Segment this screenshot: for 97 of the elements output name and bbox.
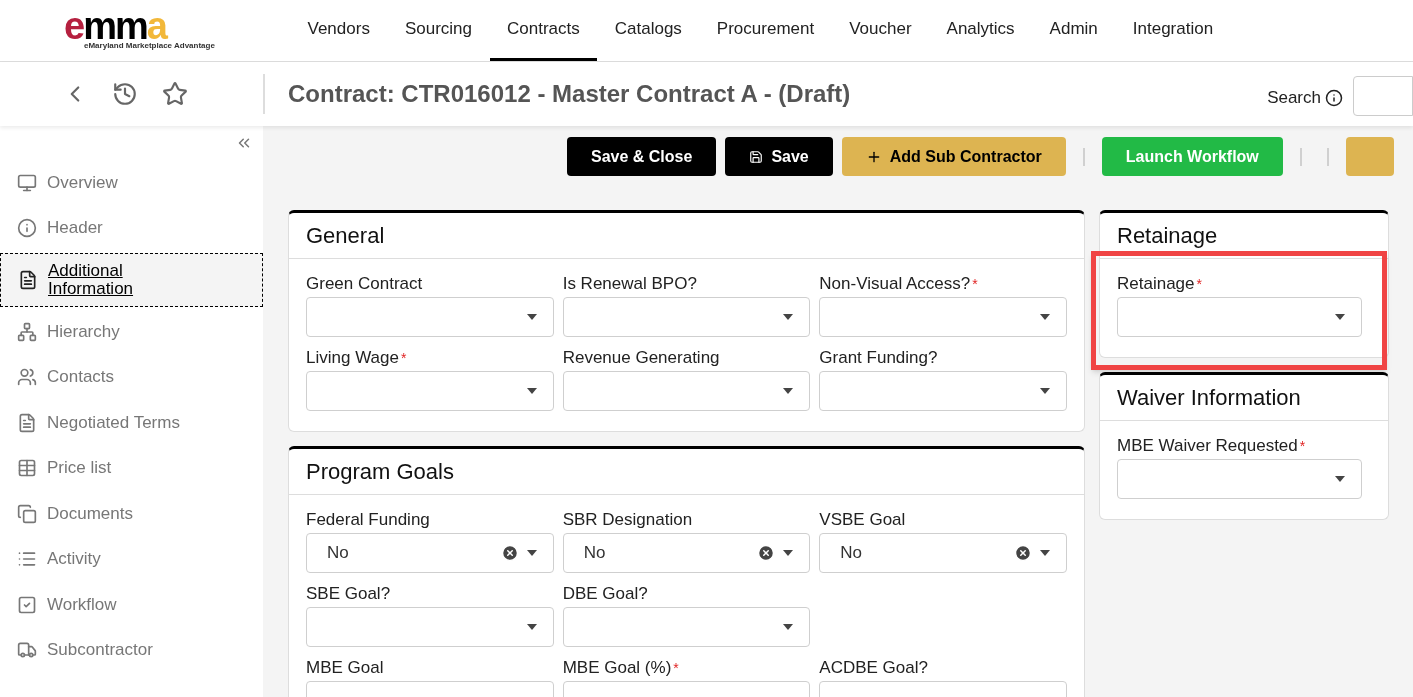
required-mark: * [972, 275, 978, 294]
nav-tab[interactable]: Vendors [290, 0, 388, 61]
save-icon [749, 149, 764, 164]
toolbar-button[interactable]: Save & Close [567, 137, 717, 176]
star-icon[interactable] [162, 81, 188, 107]
field-label: ACDBE Goal? [819, 657, 928, 679]
sidebar-item[interactable]: Activity [0, 536, 263, 582]
caret-icon [1040, 314, 1050, 320]
caret-icon [1335, 314, 1345, 320]
panel-title: Program Goals [306, 458, 454, 486]
caret-icon [783, 388, 794, 394]
dropdown-field[interactable] [819, 297, 1067, 337]
panel-title: General [306, 222, 385, 250]
clear-icon[interactable] [1014, 544, 1032, 562]
sidebar-item[interactable]: Overview [0, 160, 263, 206]
field-label: MBE Waiver Requested [1117, 435, 1298, 457]
history-icon[interactable] [112, 81, 138, 107]
field-label: Green Contract [306, 273, 423, 295]
field-label: MBE Goal [306, 657, 384, 679]
caret-icon [783, 624, 794, 630]
caret-icon [1040, 550, 1050, 556]
field-label: MBE Goal (%) [562, 657, 672, 679]
field-value: No [583, 543, 606, 563]
dropdown-field[interactable] [1117, 297, 1362, 337]
nav-tab[interactable]: Integration [1115, 0, 1231, 61]
dropdown-field[interactable] [306, 297, 554, 337]
field-label: Grant Funding? [819, 347, 938, 369]
dropdown-field[interactable]: No [306, 533, 554, 573]
nav-tab[interactable]: Voucher [831, 0, 930, 61]
caret-icon [526, 388, 537, 394]
dropdown-field[interactable]: No [562, 533, 811, 573]
sidebar-item[interactable]: Additional Information [0, 253, 263, 307]
caret-icon [1335, 476, 1345, 482]
info-icon [1325, 89, 1343, 107]
panel-title: Waiver Information [1117, 384, 1301, 412]
nav-tab[interactable]: Procurement [699, 0, 832, 61]
field-label: SBR Designation [562, 509, 693, 531]
field-value: No [840, 543, 863, 563]
caret-icon [526, 624, 537, 630]
toolbar-button[interactable]: Save [725, 137, 833, 176]
sidebar-item[interactable]: Subcontractor [0, 627, 263, 673]
required-mark: * [1299, 437, 1306, 456]
table-icon [17, 458, 37, 479]
nav-tab[interactable]: Analytics [929, 0, 1033, 61]
caret-icon [783, 314, 794, 320]
logo[interactable]: emma eMaryland Marketplace Advantage [0, 11, 290, 50]
panel-title: Retainage [1117, 222, 1218, 250]
field-label: Retainage [1117, 273, 1195, 295]
dropdown-field[interactable] [306, 371, 554, 411]
caret-icon [526, 314, 537, 320]
monitor-icon [17, 172, 37, 193]
dropdown-field[interactable]: No [819, 533, 1067, 573]
sidebar-item[interactable]: Workflow [0, 582, 263, 628]
search-label: Search [1267, 87, 1321, 110]
dropdown-field[interactable] [306, 607, 554, 647]
sidebar-item[interactable]: Documents [0, 491, 263, 537]
field-label: Living Wage [306, 347, 399, 369]
nav-tab[interactable]: Catalogs [597, 0, 700, 61]
field-label: Federal Funding [306, 509, 430, 531]
hierarchy-icon [17, 321, 37, 342]
field-label: Is Renewal BPO? [562, 273, 697, 295]
dropdown-field[interactable] [819, 371, 1067, 411]
document-icon [17, 412, 37, 433]
required-mark: * [673, 659, 679, 678]
document-icon [18, 270, 38, 290]
field-value: No [327, 543, 349, 563]
sidebar-item[interactable]: Hierarchy [0, 309, 263, 355]
caret-icon [526, 550, 537, 556]
required-mark: * [400, 349, 407, 368]
dropdown-field[interactable] [1117, 459, 1362, 499]
caret-icon [1040, 388, 1050, 394]
nav-tab[interactable]: Admin [1032, 0, 1116, 61]
dropdown-field[interactable] [562, 297, 811, 337]
dropdown-field[interactable] [562, 607, 811, 647]
page-title: Contract: CTR016012 - Master Contract A - (Draft) [288, 79, 852, 109]
caret-icon [783, 550, 794, 556]
sidebar-item[interactable]: Price list [0, 445, 263, 491]
search-field[interactable] [1353, 76, 1413, 116]
nav-tab[interactable]: Sourcing [387, 0, 490, 61]
field-label: VSBE Goal [819, 509, 906, 531]
toolbar-button[interactable]: Add Sub Contractor [841, 137, 1066, 176]
copy-icon [17, 503, 37, 524]
checkbox-icon [17, 594, 37, 615]
cut-off-button[interactable] [1345, 137, 1394, 176]
field-label: SBE Goal? [306, 583, 391, 605]
info-icon [17, 218, 37, 239]
dropdown-field[interactable] [562, 371, 811, 411]
sidebar-item[interactable]: Contacts [0, 354, 263, 400]
field-label: Revenue Generating [562, 347, 720, 369]
field-label: Non-Visual Access? [819, 273, 971, 295]
clear-icon[interactable] [757, 544, 776, 562]
required-mark: * [1196, 275, 1202, 294]
clear-icon[interactable] [500, 544, 519, 562]
sidebar-item[interactable]: Negotiated Terms [0, 400, 263, 446]
sidebar-item[interactable]: Header [0, 205, 263, 251]
users-icon [17, 367, 37, 388]
field-label: DBE Goal? [562, 583, 648, 605]
